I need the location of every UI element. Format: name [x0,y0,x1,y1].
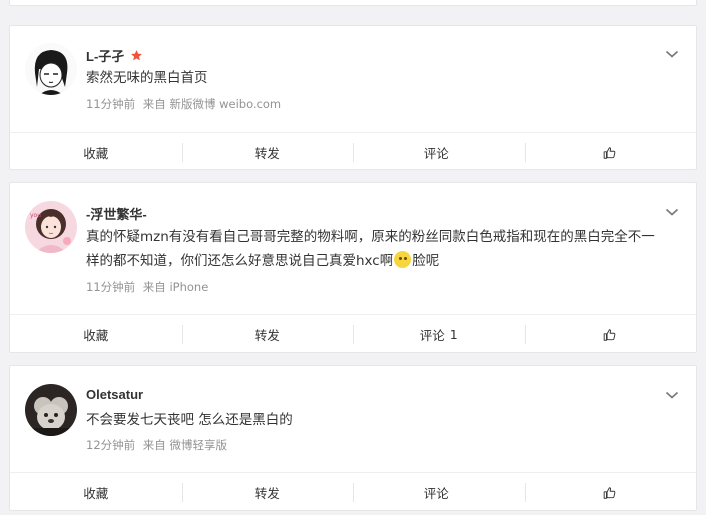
post-time[interactable]: 11分钟前 [86,280,135,294]
chevron-down-icon[interactable] [665,390,679,400]
emoji-icon [394,251,412,268]
favorite-label: 收藏 [83,328,109,343]
thumbs-up-icon [603,146,616,159]
like-button[interactable] [524,473,697,512]
like-button[interactable] [524,315,697,354]
avatar[interactable] [25,384,77,436]
comment-label: 评论 [419,328,445,343]
post-source: 来自 iPhone [142,280,209,294]
favorite-button[interactable] [10,0,182,6]
post-actions [10,0,696,6]
username[interactable]: -浮世繁华- [86,204,147,223]
comment-button[interactable]: 评论 [353,473,525,512]
thumbs-up-icon [603,328,616,341]
post-text-main: 真的怀疑mzn有没有看自己哥哥完整的物料啊，原来的粉丝同款白色戒指和现在的黑白完… [86,229,655,269]
svg-text:you: you [30,212,41,219]
chevron-down-icon[interactable] [665,49,679,59]
post-actions: 收藏 转发 评论 [10,472,696,512]
comment-button[interactable]: 评论 1 [353,315,525,354]
like-button[interactable] [524,133,697,172]
post-text: 不会要发七天丧吧 怎么还是黑白的 [86,412,293,428]
favorite-label: 收藏 [83,146,109,161]
thumbs-up-icon [603,486,616,499]
avatar[interactable]: you [25,201,77,253]
post-meta: 12分钟前 来自 微博轻享版 [86,437,231,453]
comment-count: 1 [449,327,458,342]
repost-button[interactable] [182,0,354,6]
chevron-down-icon[interactable] [665,207,679,217]
comment-label: 评论 [423,146,449,161]
post-meta: 11分钟前 来自 iPhone [86,279,212,295]
username[interactable]: Oletsatur [86,387,143,402]
post-meta: 11分钟前 来自 新版微博 weibo.com [86,96,285,112]
post-text: 真的怀疑mzn有没有看自己哥哥完整的物料啊，原来的粉丝同款白色戒指和现在的黑白完… [86,225,666,273]
post-source: 来自 新版微博 weibo.com [142,97,282,111]
comment-button[interactable] [353,0,525,6]
favorite-label: 收藏 [83,486,109,501]
post-text: 索然无味的黑白首页 [86,70,208,86]
username[interactable]: L-子孑 [86,46,143,65]
avatar[interactable] [25,43,77,95]
favorite-button[interactable]: 收藏 [10,473,182,512]
favorite-button[interactable]: 收藏 [10,133,182,172]
star-badge-icon [130,50,142,61]
repost-button[interactable]: 转发 [181,473,354,512]
post-card: Oletsatur 不会要发七天丧吧 怎么还是黑白的 12分钟前 来自 微博轻享… [9,365,697,511]
repost-button[interactable]: 转发 [181,315,354,354]
post-card: L-子孑 索然无味的黑白首页 11分钟前 来自 新版微博 weibo.com 收… [9,25,697,170]
like-button[interactable] [525,0,697,6]
comment-label: 评论 [423,486,449,501]
post-actions: 收藏 转发 评论 [10,132,696,172]
repost-label: 转发 [254,486,280,501]
repost-button[interactable]: 转发 [181,133,354,172]
repost-label: 转发 [254,146,280,161]
post-time[interactable]: 12分钟前 [86,438,135,452]
post-card: you -浮世繁华- 真的怀疑mzn有没有看自己哥哥完整的物料啊，原来的粉丝同款… [9,182,697,353]
favorite-button[interactable]: 收藏 [10,315,182,354]
post-time[interactable]: 11分钟前 [86,97,135,111]
post-text-tail: 脸呢 [412,253,440,269]
partial-post-card [9,0,697,6]
username-text[interactable]: L-子孑 [86,49,124,64]
post-actions: 收藏 转发 评论 1 [10,314,696,354]
post-source: 来自 微博轻享版 [142,438,227,452]
repost-label: 转发 [254,328,280,343]
comment-button[interactable]: 评论 [353,133,525,172]
